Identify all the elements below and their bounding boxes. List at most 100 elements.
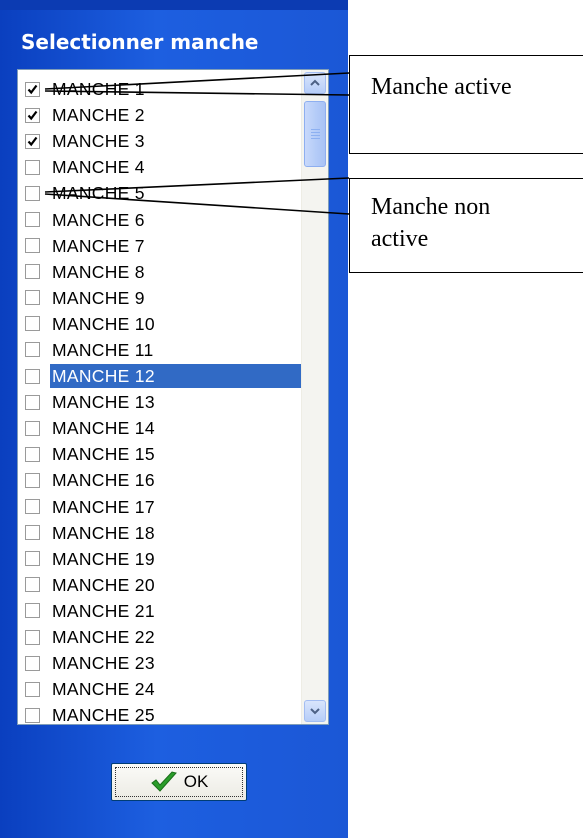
list-item[interactable]: MANCHE 7 (18, 233, 302, 259)
list-item-label: MANCHE 8 (52, 261, 145, 282)
list-item[interactable]: MANCHE 13 (18, 389, 302, 415)
list-item[interactable]: MANCHE 12 (18, 363, 302, 389)
green-check-icon (150, 771, 177, 792)
round-checkbox[interactable] (25, 681, 40, 697)
list-item[interactable]: MANCHE 4 (18, 154, 302, 180)
list-item[interactable]: MANCHE 1 (18, 76, 302, 102)
list-item[interactable]: MANCHE 6 (18, 206, 302, 232)
round-checkbox[interactable] (25, 551, 40, 567)
round-checkbox[interactable] (25, 133, 40, 149)
ok-button[interactable]: OK (111, 763, 247, 801)
list-item[interactable]: MANCHE 21 (18, 598, 302, 624)
scroll-up-button[interactable] (304, 72, 326, 94)
check-mark-icon (27, 110, 38, 120)
callout-inactive-text-line1: Manche non (371, 194, 491, 220)
dialog-title: Selectionner manche (21, 30, 259, 54)
list-item[interactable]: MANCHE 14 (18, 415, 302, 441)
list-item-label: MANCHE 19 (52, 548, 155, 569)
round-checklist[interactable]: MANCHE 1 MANCHE 2 MANCHE 3 MANCHE 4 MANCHE 5… (17, 69, 329, 725)
list-item-label: MANCHE 21 (52, 600, 155, 621)
round-checkbox[interactable] (25, 185, 40, 201)
list-item-label: MANCHE 24 (52, 679, 155, 700)
list-item[interactable]: MANCHE 15 (18, 441, 302, 467)
round-checkbox[interactable] (25, 446, 40, 462)
round-checkbox[interactable] (25, 420, 40, 436)
list-item[interactable]: MANCHE 9 (18, 285, 302, 311)
list-item-label: MANCHE 1 (52, 79, 145, 100)
round-checkbox[interactable] (25, 707, 40, 723)
list-item[interactable]: MANCHE 18 (18, 520, 302, 546)
round-checkbox[interactable] (25, 107, 40, 123)
list-item-label: MANCHE 14 (52, 418, 155, 439)
list-item-label: MANCHE 9 (52, 287, 145, 308)
round-checkbox[interactable] (25, 629, 40, 645)
list-item[interactable]: MANCHE 11 (18, 337, 302, 363)
round-checkbox[interactable] (25, 316, 40, 332)
list-item-label: MANCHE 5 (52, 183, 145, 204)
round-checkbox[interactable] (25, 499, 40, 515)
round-checkbox[interactable] (25, 212, 40, 228)
callout-active-text: Manche active (371, 74, 512, 100)
list-item[interactable]: MANCHE 25 (18, 702, 302, 725)
scroll-down-button[interactable] (304, 700, 326, 722)
callout-active-round: Manche active (349, 55, 583, 154)
round-checkbox[interactable] (25, 394, 40, 410)
round-checkbox[interactable] (25, 81, 40, 97)
list-item[interactable]: MANCHE 5 (18, 180, 302, 206)
scrollbar-thumb[interactable] (304, 101, 326, 167)
thumb-grip-line (311, 135, 320, 136)
list-item[interactable]: MANCHE 16 (18, 467, 302, 493)
select-round-dialog: Selectionner manche MANCHE 1 MANCHE 2 MANC… (0, 0, 348, 838)
round-checkbox[interactable] (25, 264, 40, 280)
round-checkbox[interactable] (25, 290, 40, 306)
round-checkbox[interactable] (25, 655, 40, 671)
list-item-label: MANCHE 20 (52, 574, 155, 595)
list-item-label: MANCHE 6 (52, 209, 145, 230)
list-item-label: MANCHE 23 (52, 653, 155, 674)
list-item[interactable]: MANCHE 3 (18, 128, 302, 154)
list-item-label: MANCHE 13 (52, 392, 155, 413)
round-checkbox[interactable] (25, 472, 40, 488)
list-item-label: MANCHE 10 (52, 313, 155, 334)
list-item-label: MANCHE 7 (52, 235, 145, 256)
round-checkbox[interactable] (25, 342, 40, 358)
round-checkbox[interactable] (25, 603, 40, 619)
callout-inactive-round: Manche non active (349, 178, 583, 273)
list-item-label: MANCHE 12 (50, 364, 302, 389)
list-item[interactable]: MANCHE 17 (18, 494, 302, 520)
list-item-label: MANCHE 22 (52, 627, 155, 648)
list-item[interactable]: MANCHE 20 (18, 572, 302, 598)
thumb-grip-line (311, 138, 320, 139)
callout-inactive-text-line2: active (371, 226, 429, 252)
list-item[interactable]: MANCHE 19 (18, 546, 302, 572)
list-item[interactable]: MANCHE 10 (18, 311, 302, 337)
check-mark-icon (27, 136, 38, 146)
chevron-down-icon (310, 708, 320, 715)
ok-button-focus-ring: OK (115, 767, 243, 797)
round-checkbox[interactable] (25, 577, 40, 593)
vertical-scrollbar[interactable] (301, 70, 328, 724)
list-item-label: MANCHE 2 (52, 105, 145, 126)
round-checkbox[interactable] (25, 159, 40, 175)
list-item[interactable]: MANCHE 24 (18, 676, 302, 702)
round-checkbox[interactable] (25, 525, 40, 541)
list-item-label: MANCHE 11 (52, 339, 154, 360)
list-item[interactable]: MANCHE 2 (18, 102, 302, 128)
list-item-label: MANCHE 25 (52, 705, 155, 725)
list-item[interactable]: MANCHE 23 (18, 650, 302, 676)
round-list-rows: MANCHE 1 MANCHE 2 MANCHE 3 MANCHE 4 MANCHE 5… (18, 76, 302, 725)
list-item-label: MANCHE 17 (52, 496, 155, 517)
title-bar-strip (0, 0, 348, 10)
list-item[interactable]: MANCHE 8 (18, 259, 302, 285)
list-item[interactable]: MANCHE 22 (18, 624, 302, 650)
round-checkbox[interactable] (25, 238, 40, 254)
list-item-label: MANCHE 18 (52, 522, 155, 543)
round-checkbox[interactable] (25, 368, 40, 384)
list-item-label: MANCHE 4 (52, 157, 145, 178)
ok-button-label: OK (183, 772, 209, 791)
chevron-up-icon (310, 79, 320, 86)
list-item-label: MANCHE 16 (52, 470, 155, 491)
list-item-label: MANCHE 3 (52, 131, 145, 152)
check-mark-icon (27, 84, 38, 94)
thumb-grip-line (311, 129, 320, 130)
